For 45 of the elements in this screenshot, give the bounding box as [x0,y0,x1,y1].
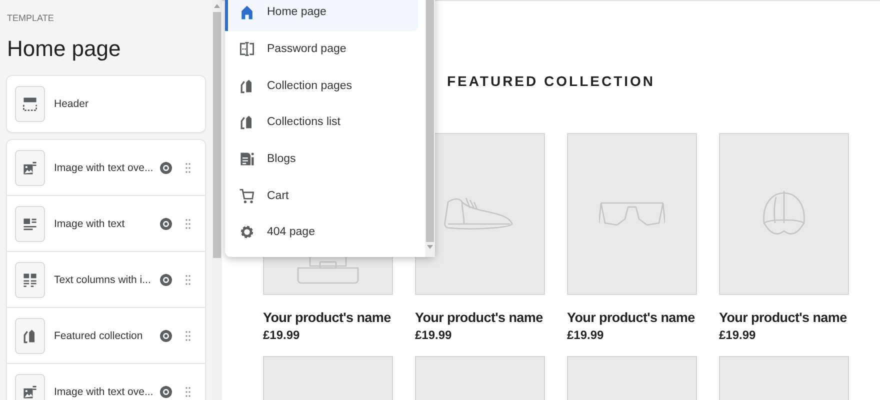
eye-icon[interactable] [159,272,173,286]
template-option[interactable]: Blogs [225,140,418,178]
section-row[interactable]: Featured collection [7,307,205,363]
template-label: TEMPLATE [7,13,54,23]
cart-icon [238,186,256,205]
product-name[interactable]: Your product's name [263,310,393,325]
drag-handle-icon[interactable] [185,162,191,172]
drag-handle-icon[interactable] [185,330,191,340]
product-name[interactable]: Your product's name [567,310,697,325]
section-row[interactable]: Image with text ove... [7,363,205,400]
drag-handle-icon[interactable] [185,218,191,228]
scrollbar[interactable] [425,0,435,257]
section-row[interactable]: Text columns with i... [7,251,205,307]
product-price: £19.99 [719,328,757,342]
drag-handle-icon[interactable] [185,274,191,284]
product-name[interactable]: Your product's name [415,310,545,325]
drag-handle-icon[interactable] [185,386,191,396]
header-section[interactable]: Header [7,76,205,132]
scrollbar[interactable] [212,0,222,400]
page-title: Home page [7,36,121,62]
template-option[interactable]: Home page [225,0,418,31]
product-name[interactable]: Your product's name [719,310,849,325]
product-price: £19.99 [263,328,301,342]
template-option[interactable]: Collection pages [225,67,418,104]
section-row[interactable]: Image with text [7,195,205,251]
scroll-up-icon[interactable] [213,2,221,10]
product-price: £19.99 [415,328,453,342]
product-image[interactable] [719,133,849,295]
eye-icon[interactable] [159,384,173,398]
template-option[interactable]: Collections list [225,104,418,141]
eye-icon[interactable] [159,328,173,342]
template-option[interactable]: Password page [225,30,418,68]
scroll-down-icon[interactable] [426,244,434,251]
columns-icon [21,270,39,288]
product-price: £19.99 [567,328,605,342]
blog-icon [238,150,256,168]
section-row[interactable]: Image with text ove... [7,140,205,195]
template-option[interactable]: Cart [225,177,418,214]
collection-heading: FEATURED COLLECTION [446,73,656,89]
template-option[interactable]: 404 page [225,214,418,251]
product-image[interactable] [567,133,697,295]
text-cursor-icon [238,40,256,58]
header-layout-icon [21,95,39,113]
eye-icon[interactable] [159,216,173,230]
eye-icon[interactable] [159,160,173,174]
